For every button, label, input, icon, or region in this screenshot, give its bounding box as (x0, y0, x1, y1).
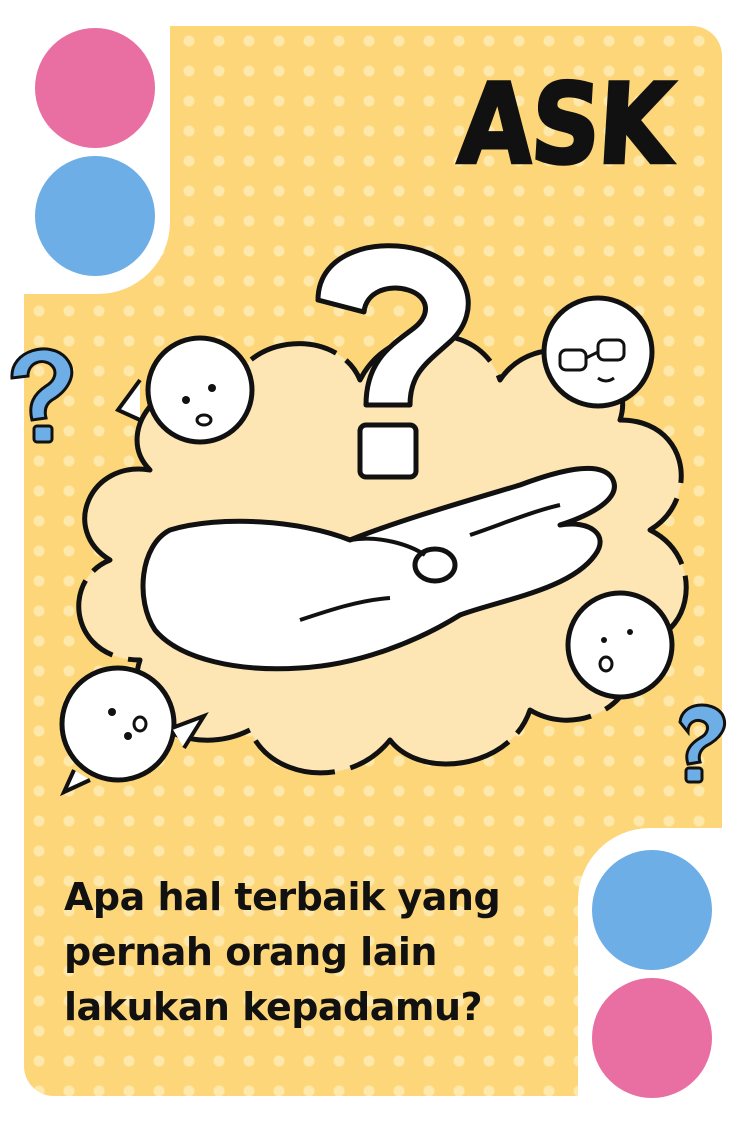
small-question-mark-icon-right (678, 703, 727, 784)
face-icon-right (565, 590, 675, 700)
glasses-face-icon (541, 295, 655, 409)
question-text: Apa hal terbaik yang pernah orang lain l… (64, 875, 501, 1029)
small-question-mark-icon-left (10, 347, 74, 444)
